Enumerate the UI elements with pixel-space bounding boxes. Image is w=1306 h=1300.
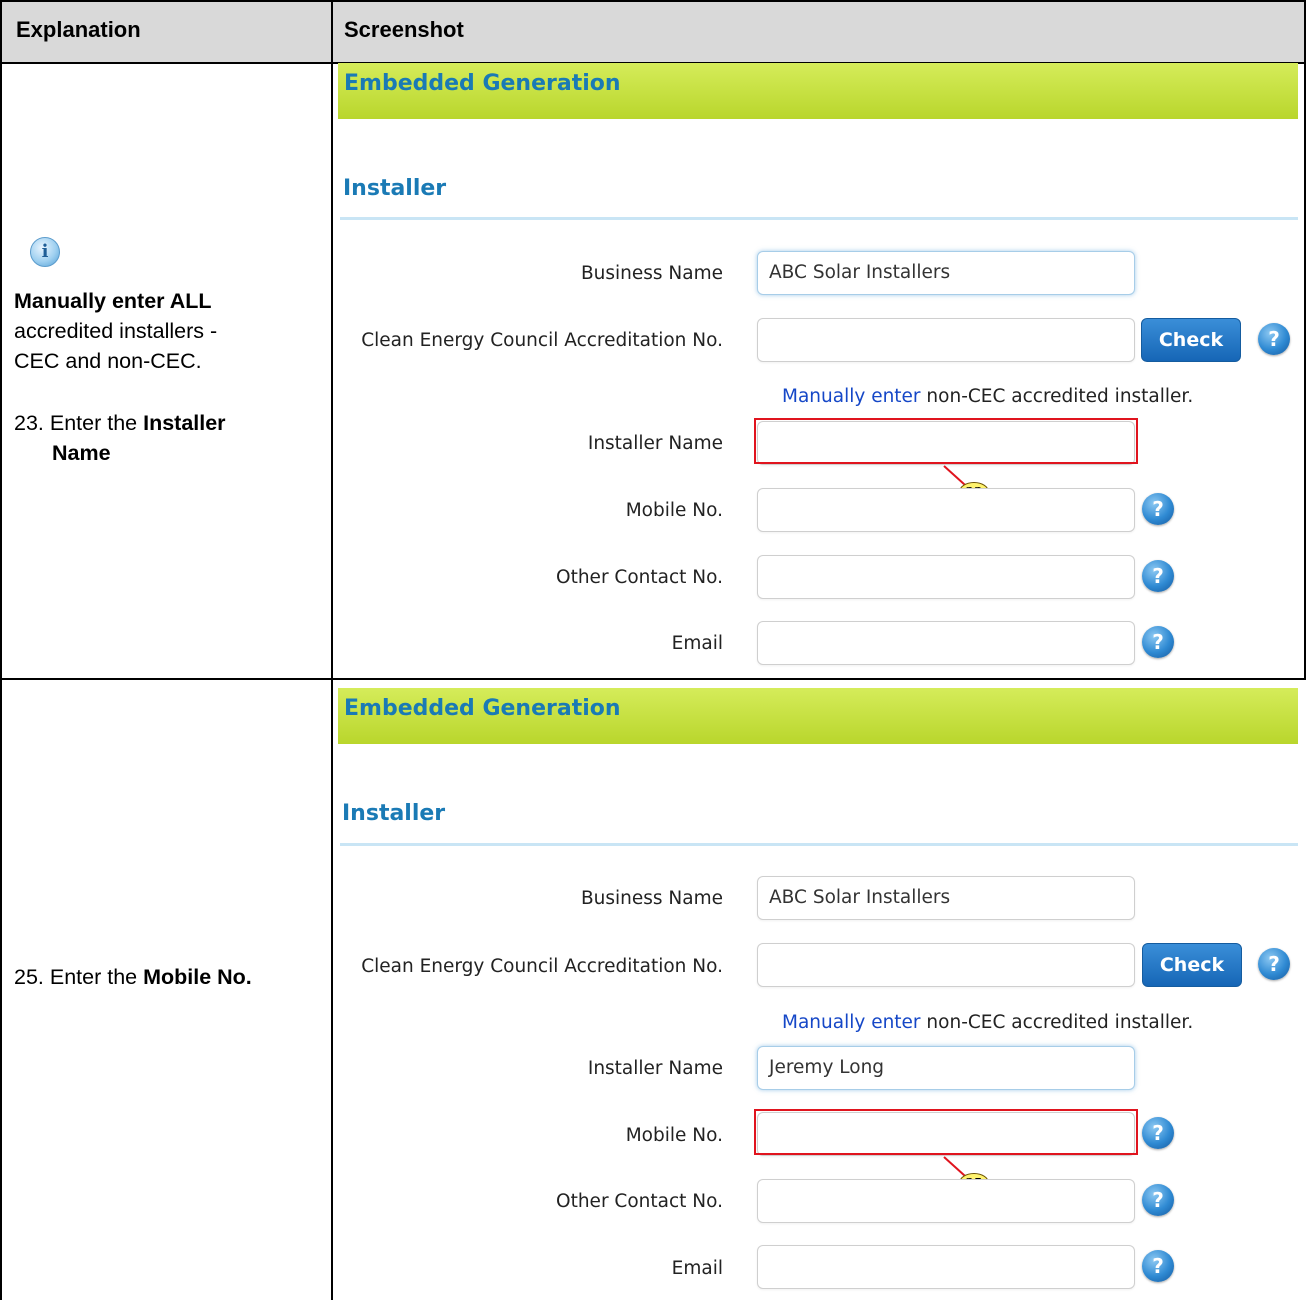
table-border-top: [0, 0, 1306, 2]
header-explanation: Explanation: [16, 17, 141, 42]
label-business-name: Business Name: [580, 263, 723, 284]
other-contact-input[interactable]: [757, 555, 1135, 599]
email-input[interactable]: [757, 621, 1135, 665]
manual-enter-note: Manually enter non-CEC accredited instal…: [782, 386, 1194, 407]
label-mobile: Mobile No.: [625, 500, 723, 521]
label-other-contact: Other Contact No.: [556, 567, 723, 588]
check-button[interactable]: Check: [1141, 318, 1241, 362]
manual-enter-note: Manually enter non-CEC accredited instal…: [782, 1012, 1194, 1033]
help-icon[interactable]: ?: [1258, 323, 1290, 355]
highlight-box: [754, 1109, 1138, 1155]
header-screenshot: Screenshot: [344, 17, 464, 42]
section-rule: [340, 843, 1298, 846]
highlight-box: [754, 418, 1138, 464]
section-title: Installer: [342, 801, 446, 826]
business-name-input[interactable]: ABC Solar Installers: [757, 251, 1135, 295]
help-icon[interactable]: ?: [1142, 493, 1174, 525]
help-icon[interactable]: ?: [1258, 948, 1290, 980]
help-icon[interactable]: ?: [1142, 626, 1174, 658]
explanation-step-25: 25. Enter the Mobile No.: [14, 965, 252, 989]
info-icon: i: [30, 237, 60, 267]
label-installer-name: Installer Name: [587, 1058, 723, 1079]
email-input[interactable]: [757, 1245, 1135, 1289]
section-rule: [340, 217, 1298, 220]
table-border-left: [0, 0, 2, 1300]
row-divider: [0, 678, 1306, 680]
help-icon[interactable]: ?: [1142, 1250, 1174, 1282]
label-business-name: Business Name: [580, 888, 723, 909]
label-email: Email: [671, 1258, 723, 1279]
business-name-input[interactable]: ABC Solar Installers: [757, 876, 1135, 920]
other-contact-input[interactable]: [757, 1179, 1135, 1223]
explanation-note: Manually enter ALL accredited installers…: [14, 289, 218, 373]
column-divider: [331, 0, 333, 1300]
check-button[interactable]: Check: [1142, 943, 1242, 987]
cec-no-input[interactable]: [757, 943, 1135, 987]
manual-enter-link[interactable]: Manually enter: [782, 386, 921, 407]
banner: Embedded Generation: [338, 63, 1298, 119]
banner: Embedded Generation: [338, 688, 1298, 744]
label-email: Email: [671, 633, 723, 654]
section-title: Installer: [343, 176, 447, 201]
table-header: [0, 0, 1306, 64]
manual-enter-link[interactable]: Manually enter: [782, 1012, 921, 1033]
help-icon[interactable]: ?: [1142, 1117, 1174, 1149]
label-cec-no: Clean Energy Council Accreditation No.: [361, 956, 723, 977]
cec-no-input[interactable]: [757, 318, 1135, 362]
label-cec-no: Clean Energy Council Accreditation No.: [361, 330, 723, 351]
label-other-contact: Other Contact No.: [556, 1191, 723, 1212]
help-icon[interactable]: ?: [1142, 560, 1174, 592]
explanation-step-23: 23. Enter the Installer Name: [14, 411, 226, 465]
help-icon[interactable]: ?: [1142, 1184, 1174, 1216]
label-mobile: Mobile No.: [625, 1125, 723, 1146]
mobile-input[interactable]: [757, 488, 1135, 532]
label-installer-name: Installer Name: [587, 433, 723, 454]
installer-name-input[interactable]: Jeremy Long: [757, 1046, 1135, 1090]
